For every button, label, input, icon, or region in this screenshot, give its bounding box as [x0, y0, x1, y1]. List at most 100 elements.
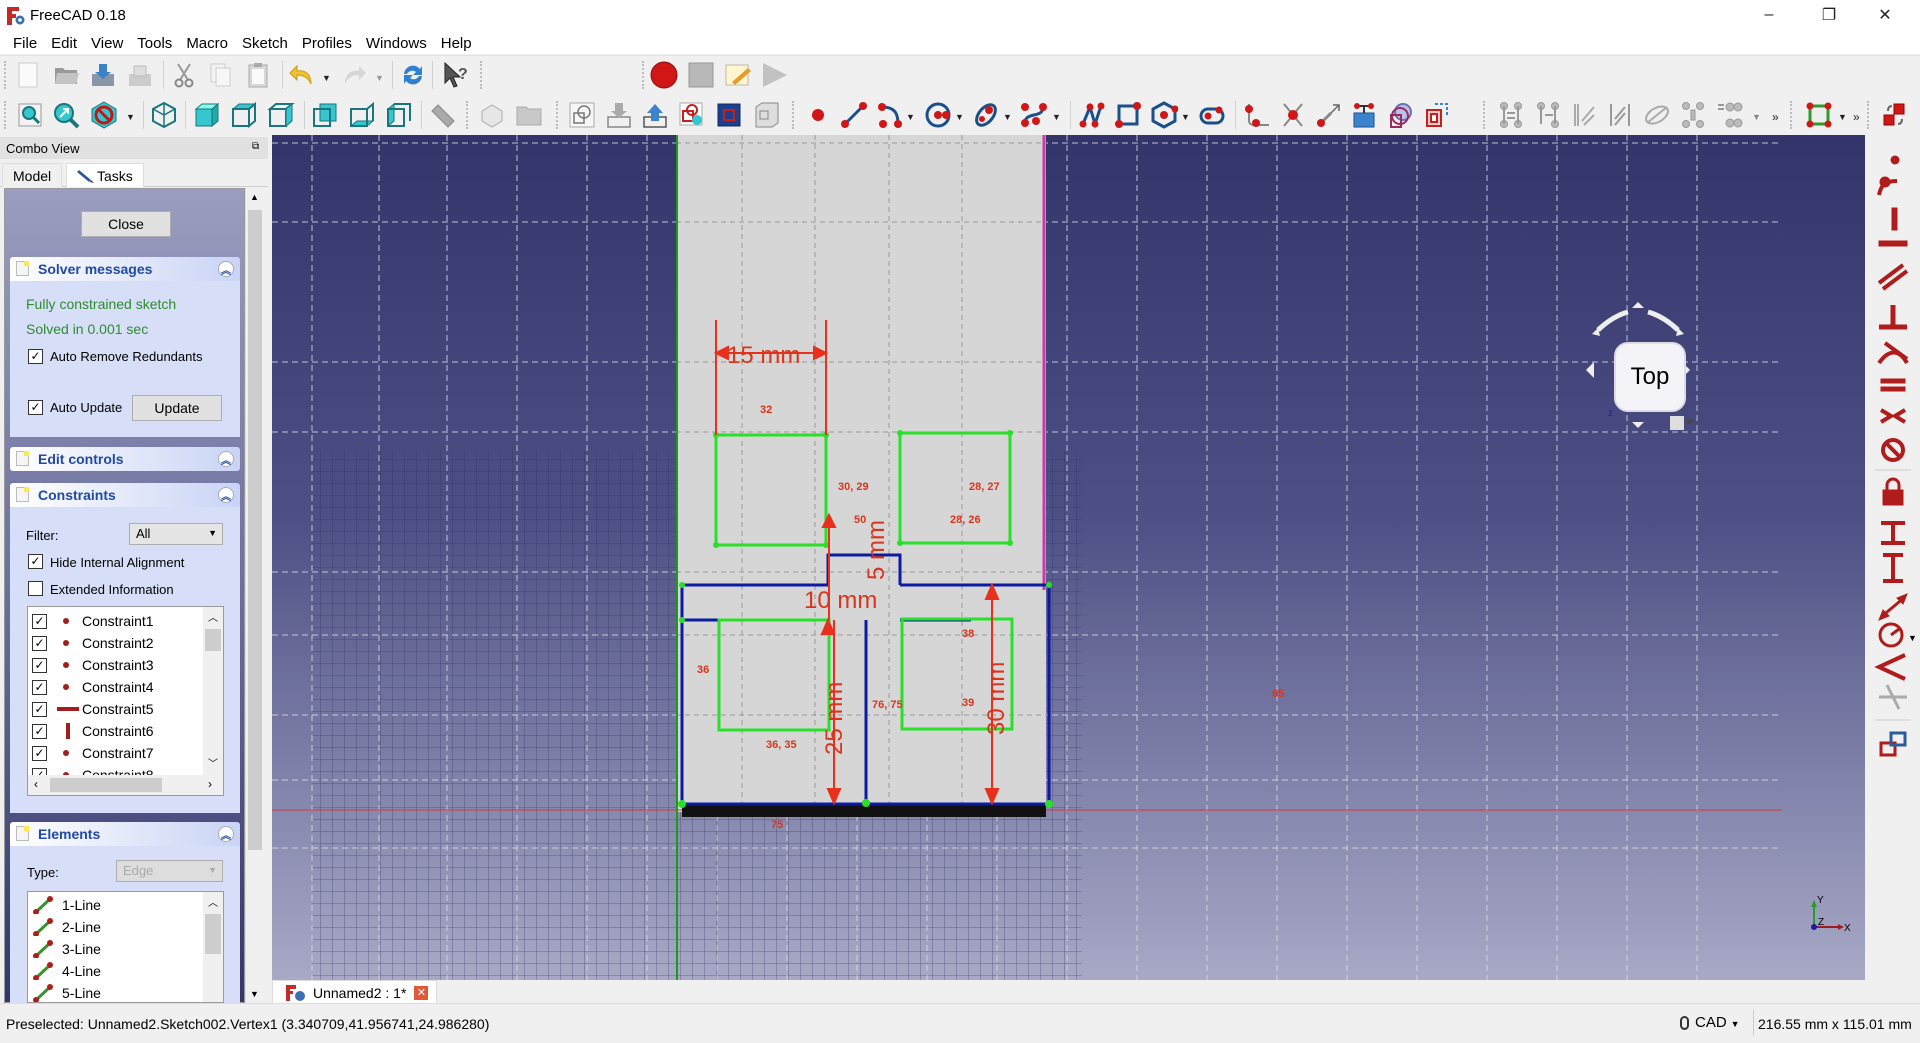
macro-record-icon[interactable] [650, 61, 678, 89]
open-icon[interactable] [52, 61, 80, 89]
toolbar-grip[interactable] [466, 101, 469, 129]
solver-messages-header[interactable]: Solver messages ︽ [10, 257, 240, 281]
task-panel-scrollbar[interactable]: ▲ ▼ [245, 188, 263, 1003]
maximize-button[interactable]: ❐ [1806, 0, 1852, 30]
constraint-row[interactable]: ✓ Constraint5 [32, 698, 154, 720]
undo-icon[interactable] [288, 61, 316, 89]
macro-run-icon[interactable] [760, 61, 788, 89]
edit-controls-header[interactable]: Edit controls ︽ [10, 447, 240, 471]
select-constraints-icon[interactable] [1497, 101, 1525, 129]
scroll-right-icon[interactable]: › [208, 777, 212, 791]
redo-dropdown-icon[interactable]: ▼ [375, 73, 384, 83]
constraint-row[interactable]: ✓ Constraint4 [32, 676, 154, 698]
toolbar-grip[interactable] [1790, 101, 1793, 129]
menu-tools[interactable]: Tools [130, 35, 179, 52]
dimension-10mm[interactable]: 10 mm [804, 587, 877, 614]
extended-information-checkbox[interactable] [28, 581, 43, 596]
element-row[interactable]: 4-Line [32, 960, 101, 982]
left-view-icon[interactable] [385, 101, 413, 129]
constraint-checkbox[interactable]: ✓ [32, 745, 47, 761]
copy-icon[interactable] [206, 61, 234, 89]
map-sketch-icon[interactable] [752, 101, 780, 129]
symmetry-icon[interactable] [1643, 101, 1671, 129]
toolbar-grip[interactable] [556, 101, 559, 129]
circle-icon[interactable] [924, 101, 952, 129]
carbon-copy-icon[interactable] [1387, 101, 1415, 129]
menu-profiles[interactable]: Profiles [295, 35, 359, 52]
menu-view[interactable]: View [84, 35, 130, 52]
constraint-checkbox[interactable]: ✓ [32, 613, 47, 629]
leave-sketch-icon[interactable] [641, 101, 669, 129]
conic-dropdown-icon[interactable]: ▼ [1003, 112, 1012, 122]
scrollbar-thumb[interactable] [205, 914, 221, 954]
toolbar-grip[interactable] [792, 101, 795, 129]
update-button[interactable]: Update [132, 395, 222, 421]
3d-view[interactable]: 15 mm 10 mm 5 mm 25 mm 30 mm 32 30, 29 5… [272, 135, 1865, 980]
trim-icon[interactable] [1279, 101, 1307, 129]
point-icon[interactable] [804, 101, 832, 129]
scroll-up-icon[interactable]: ︿ [208, 609, 218, 624]
toolbar-grip[interactable] [642, 61, 645, 89]
construction-mode-icon[interactable] [1423, 101, 1451, 129]
save-icon[interactable] [89, 61, 117, 89]
rear-view-icon[interactable] [311, 101, 339, 129]
arc-dropdown-icon[interactable]: ▼ [906, 112, 915, 122]
measure-icon[interactable] [428, 101, 456, 129]
elements-list[interactable]: 1-Line 2-Line 3-Line 4-Line 5-Line ︿ [27, 891, 224, 1003]
filter-select[interactable]: All ▼ [129, 523, 223, 545]
constraint-row[interactable]: ✓ Constraint2 [32, 632, 154, 654]
polygon-icon[interactable] [1150, 101, 1178, 129]
element-row[interactable]: 2-Line [32, 916, 101, 938]
draw-style-icon[interactable] [90, 101, 118, 129]
redo-icon[interactable] [340, 61, 368, 89]
export-icon[interactable] [126, 61, 154, 89]
navigation-style-button[interactable]: CAD ▼ [1680, 1014, 1740, 1031]
constraint-checkbox[interactable]: ✓ [32, 723, 47, 739]
toolbar-overflow-icon[interactable]: » [1772, 110, 1779, 124]
menu-windows[interactable]: Windows [359, 35, 434, 52]
front-view-icon[interactable] [193, 101, 221, 129]
close-button[interactable]: Close [81, 211, 171, 237]
auto-update-checkbox[interactable]: ✓ [28, 400, 43, 415]
scroll-down-icon[interactable]: ▼ [250, 989, 259, 999]
constraint-row[interactable]: ✓ Constraint6 [32, 720, 154, 742]
circle-dropdown-icon[interactable]: ▼ [955, 112, 964, 122]
right-view-icon[interactable] [267, 101, 295, 129]
document-tab[interactable]: Unnamed2 : 1* ✕ [272, 980, 437, 1005]
constraint-checkbox[interactable]: ✓ [32, 657, 47, 673]
polygon-dropdown-icon[interactable]: ▼ [1181, 112, 1190, 122]
undo-dropdown-icon[interactable]: ▼ [322, 73, 331, 83]
toolbar-grip[interactable] [4, 61, 7, 89]
auto-remove-redundants-checkbox[interactable]: ✓ [28, 349, 43, 364]
elements-vscrollbar[interactable]: ︿ [203, 892, 223, 1002]
whats-this-icon[interactable]: ? [442, 61, 470, 89]
close-tab-icon[interactable]: ✕ [414, 985, 429, 1000]
rectangle-icon[interactable] [1114, 101, 1142, 129]
collapse-icon[interactable]: ︽ [218, 261, 234, 277]
draw-style-dropdown-icon[interactable]: ▼ [126, 112, 135, 122]
menu-file[interactable]: File [6, 35, 44, 52]
constraints-list[interactable]: ✓ Constraint1 ✓ Constraint2 ✓ Constraint3 ✓… [27, 606, 224, 796]
toolbar-grip[interactable] [4, 101, 7, 129]
constraints-vscrollbar[interactable]: ︿ ﹀ [203, 607, 223, 775]
dimension-30mm[interactable]: 30 mm [983, 662, 1010, 735]
select-origin-icon[interactable] [1534, 101, 1562, 129]
dimension-25mm[interactable]: 25 mm [821, 682, 848, 755]
dimension-5mm[interactable]: 5 mm [863, 520, 890, 580]
part-icon[interactable] [478, 101, 506, 129]
bottom-view-icon[interactable] [348, 101, 376, 129]
constraint-row[interactable]: ✓ Constraint1 [32, 610, 154, 632]
polyline-icon[interactable] [1078, 101, 1106, 129]
collapse-icon[interactable]: ︽ [218, 826, 234, 842]
tab-tasks[interactable]: Tasks [66, 163, 144, 187]
fillet-icon[interactable] [1243, 101, 1271, 129]
macro-edit-icon[interactable] [724, 61, 752, 89]
close-window-button[interactable]: ✕ [1862, 0, 1908, 30]
edit-sketch-icon[interactable] [605, 101, 633, 129]
fit-all-icon[interactable] [16, 101, 44, 129]
constraints-hscrollbar[interactable]: ‹ › [28, 775, 223, 795]
elements-header[interactable]: Elements ︽ [10, 822, 240, 846]
menu-sketch[interactable]: Sketch [235, 35, 295, 52]
view-sketch-icon[interactable] [678, 101, 706, 129]
menu-help[interactable]: Help [434, 35, 479, 52]
